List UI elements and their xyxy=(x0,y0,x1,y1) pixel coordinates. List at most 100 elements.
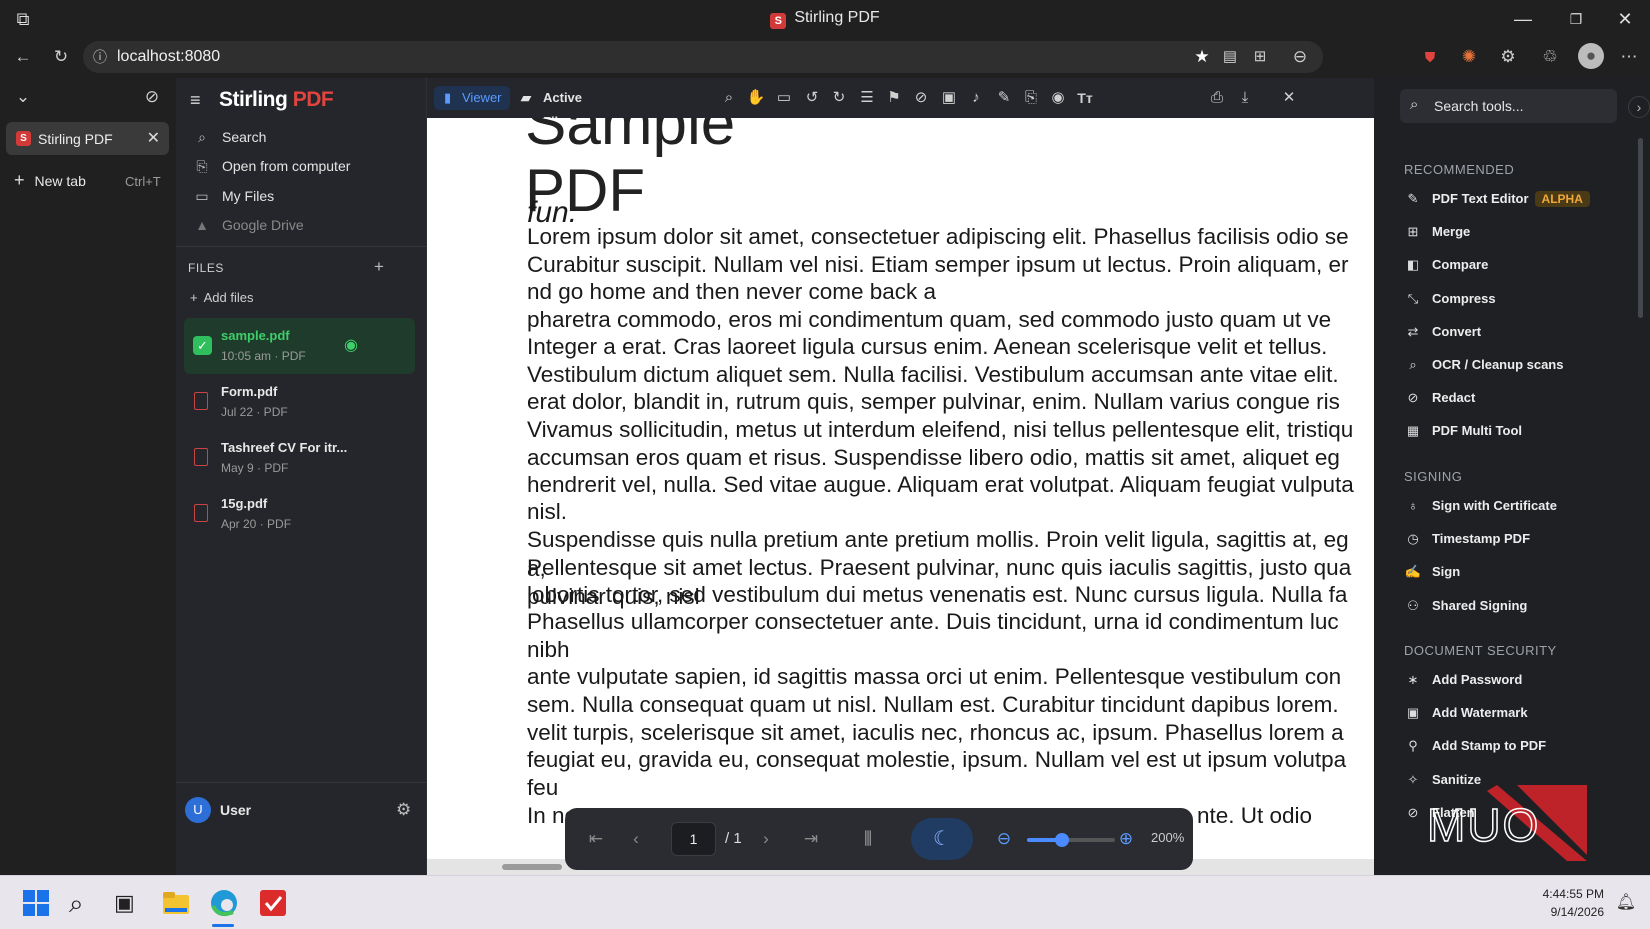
nav-google-drive[interactable]: ▲ Google Drive xyxy=(194,217,304,233)
pan-hand-icon[interactable]: ✋ xyxy=(746,88,766,108)
tool-item[interactable]: ▣ Add Watermark xyxy=(1404,705,1528,721)
profile-avatar-icon[interactable]: ● xyxy=(1578,43,1604,69)
tool-item[interactable]: ⌕ OCR / Cleanup scans xyxy=(1404,357,1563,373)
back-icon[interactable]: ← xyxy=(12,46,34,68)
scroll-thumb[interactable] xyxy=(502,864,562,870)
add-file-plus-icon[interactable]: + xyxy=(374,257,384,277)
browser-essentials-icon[interactable]: ♲ xyxy=(1539,46,1561,68)
page-number-input[interactable]: 1 xyxy=(671,822,716,856)
google-drive-icon: ▲ xyxy=(195,217,209,233)
pdf-file-icon xyxy=(194,392,208,410)
nav-search[interactable]: ⌕ Search xyxy=(194,129,266,146)
file-card[interactable]: Tashreef CV For itr... May 9 · PDF xyxy=(184,430,415,486)
dark-mode-moon-icon[interactable]: ☾ xyxy=(911,818,973,860)
checkbox-checked-icon[interactable]: ✓ xyxy=(193,336,212,355)
last-page-icon[interactable]: ⇥ xyxy=(800,828,822,850)
pen-icon[interactable]: ✎ xyxy=(994,88,1014,108)
file-edit-icon[interactable]: ⎘ xyxy=(1021,88,1041,108)
tool-item[interactable]: ∗ Add Password xyxy=(1404,672,1523,688)
tool-item[interactable]: ▦ PDF Multi Tool xyxy=(1404,423,1522,439)
add-files-button[interactable]: + Add files xyxy=(190,290,253,305)
tab-active-files[interactable]: ▰Active Files xyxy=(515,86,615,129)
settings-gear-icon[interactable]: ⚙ xyxy=(396,800,411,820)
file-card-selected[interactable]: ✓ sample.pdf 10:05 am · PDF ◉ xyxy=(184,318,415,374)
collapse-tabs-icon[interactable]: ⌄ xyxy=(12,86,34,108)
url-text[interactable]: localhost:8080 xyxy=(117,48,220,66)
comment-icon[interactable]: ▣ xyxy=(939,88,959,108)
tool-item[interactable]: ⊞ Merge xyxy=(1404,224,1471,240)
windows-start-icon[interactable] xyxy=(21,888,51,918)
site-info-icon[interactable]: ⓘ xyxy=(89,46,111,68)
task-view-icon[interactable]: ▣ xyxy=(114,888,144,918)
user-avatar[interactable]: U xyxy=(185,797,211,823)
nav-open-from-computer[interactable]: ⎘ Open from computer xyxy=(194,158,350,175)
ruler-icon[interactable]: ▭ xyxy=(774,88,794,108)
nav-my-files[interactable]: ▭ My Files xyxy=(194,188,274,205)
close-window-icon[interactable]: ✕ xyxy=(1614,8,1636,30)
favorite-star-icon[interactable]: ★ xyxy=(1191,46,1213,68)
search-tools-input[interactable]: ⌕ Search tools... xyxy=(1400,89,1617,123)
notification-bell-icon[interactable]: 🔔︎ xyxy=(1616,892,1636,912)
edge-browser-icon[interactable] xyxy=(209,888,239,918)
tool-item[interactable]: ⤡ Compress xyxy=(1404,291,1496,307)
user-name[interactable]: User xyxy=(220,802,251,818)
tool-item[interactable]: ♁ Sign with Certificate xyxy=(1404,498,1557,513)
tool-item[interactable]: ✍ Sign xyxy=(1404,564,1460,580)
ublock-icon[interactable]: ⛊ xyxy=(1419,46,1441,68)
search-icon[interactable]: ⌕ xyxy=(719,88,739,108)
tool-item[interactable]: ✎ PDF Text Editor ALPHA xyxy=(1404,191,1590,207)
zoom-slider-knob[interactable] xyxy=(1055,833,1070,847)
new-tab-button[interactable]: + New tab xyxy=(14,170,86,191)
audio-icon[interactable]: ♪ xyxy=(966,88,986,108)
reload-icon[interactable]: ↻ xyxy=(50,46,72,68)
system-clock[interactable]: 4:44:55 PM 9/14/2026 xyxy=(1543,885,1604,921)
address-bar[interactable]: ⓘ localhost:8080 ⊖ ⊞ ▤ ★ xyxy=(83,41,1323,73)
tool-item[interactable]: ◷ Timestamp PDF xyxy=(1404,531,1530,547)
unpin-icon[interactable]: ⊘ xyxy=(141,86,163,108)
hamburger-menu-icon[interactable]: ≡ xyxy=(190,90,201,111)
rotate-right-icon[interactable]: ↻ xyxy=(829,88,849,108)
more-menu-icon[interactable]: ⋯ xyxy=(1618,46,1640,68)
tool-item[interactable]: ⊘ Redact xyxy=(1404,390,1476,406)
list-icon[interactable]: ☰ xyxy=(857,88,877,108)
minimize-icon[interactable]: — xyxy=(1512,8,1534,30)
file-card[interactable]: 15g.pdf Apr 20 · PDF xyxy=(184,486,415,542)
columns-view-icon[interactable]: ⫼ xyxy=(857,828,879,850)
first-page-icon[interactable]: ⇤ xyxy=(585,828,607,850)
file-explorer-icon[interactable] xyxy=(161,888,191,918)
tool-item[interactable]: ◧ Compare xyxy=(1404,257,1489,273)
close-tab-icon[interactable]: ✕ xyxy=(147,128,160,148)
tools-scrollbar[interactable] xyxy=(1638,138,1643,318)
reader-icon[interactable]: ▤ xyxy=(1219,46,1241,68)
zoom-slider[interactable] xyxy=(1027,833,1115,847)
tool-item[interactable]: ⚲ Add Stamp to PDF xyxy=(1404,738,1546,754)
todo-app-icon[interactable] xyxy=(258,888,288,918)
pdf-document-page[interactable]: Sample PDF fun. Lorem ipsum dolor sit am… xyxy=(427,118,1374,875)
zoom-out-icon[interactable]: ⊖ xyxy=(993,828,1015,850)
previous-page-icon[interactable]: ‹ xyxy=(625,828,647,850)
extensions-puzzle-icon[interactable]: ⚙ xyxy=(1497,46,1519,68)
expand-panel-chevron-icon[interactable]: › xyxy=(1628,96,1650,118)
text-size-icon[interactable]: Tт xyxy=(1075,88,1095,108)
download-icon[interactable]: ⤓ xyxy=(1235,88,1255,108)
eye-icon[interactable]: ◉ xyxy=(344,335,358,355)
tab-viewer[interactable]: ▮ Viewer xyxy=(434,86,510,110)
eye-icon[interactable]: ◉ xyxy=(1048,88,1068,108)
tool-item[interactable]: ⇄ Convert xyxy=(1404,324,1482,340)
zoom-in-icon[interactable]: ⊕ xyxy=(1115,828,1137,850)
bookmark-icon[interactable]: ⚑ xyxy=(884,88,904,108)
extension-icon[interactable]: ✺ xyxy=(1458,46,1480,68)
tool-item[interactable]: ⚇ Shared Signing xyxy=(1404,598,1527,614)
next-page-icon[interactable]: › xyxy=(755,828,777,850)
doc-title-top: Sample xyxy=(525,118,736,158)
restore-icon[interactable]: ❐ xyxy=(1565,8,1587,30)
browser-tab[interactable]: S Stirling PDF ✕ xyxy=(6,122,169,155)
print-icon[interactable]: ⎙ xyxy=(1207,88,1227,108)
close-viewer-icon[interactable]: ✕ xyxy=(1279,88,1299,108)
apps-icon[interactable]: ⊞ xyxy=(1249,46,1271,68)
rotate-left-icon[interactable]: ↺ xyxy=(802,88,822,108)
attachment-icon[interactable]: ⊘ xyxy=(911,88,931,108)
file-card[interactable]: Form.pdf Jul 22 · PDF xyxy=(184,374,415,430)
taskbar-search-icon[interactable]: ⌕ xyxy=(69,888,99,918)
zoom-icon[interactable]: ⊖ xyxy=(1289,46,1311,68)
